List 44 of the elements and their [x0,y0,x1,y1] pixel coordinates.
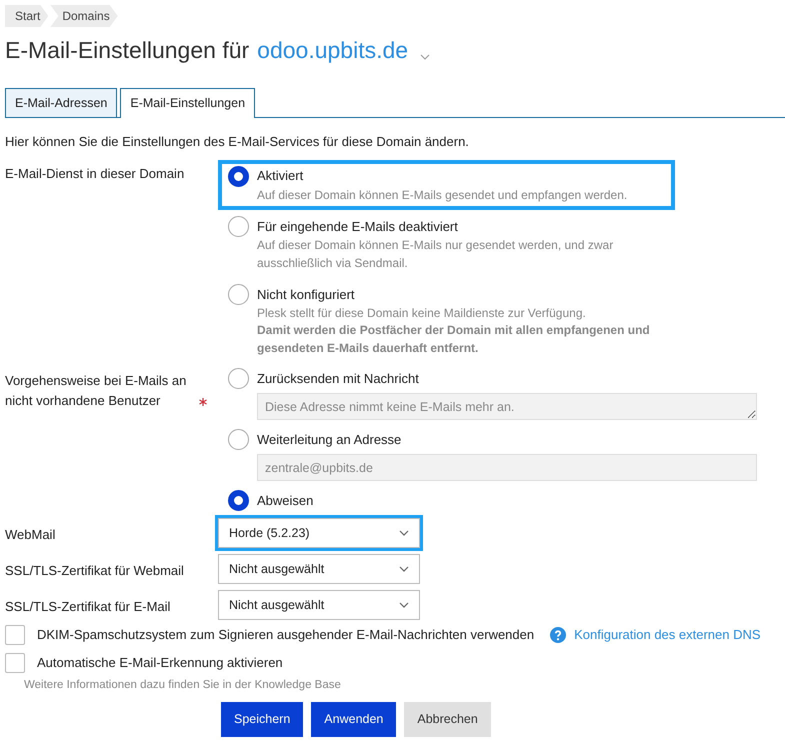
option-label: Weiterleitung an Adresse [257,430,402,449]
radio-button[interactable] [228,490,249,512]
intro-text: Hier können Sie die Einstellungen des E-Mail-Services für diese Domain ändern. [5,133,470,152]
chevron-icon [399,602,409,608]
knowledge-base-link[interactable]: Knowledge Base [254,679,341,692]
warning-text: Damit werden die Postfächer der Domain mit allen empfangenen und gesendeten E-Mails dauerhaft entfernt. [257,322,651,357]
radio-button[interactable] [228,284,249,305]
option-label: Für eingehende E-Mails deaktiviert [257,218,458,236]
field-label: Vorgehensweise bei E-Mails an nicht vorhandene Benutzer [5,372,188,410]
option-description: Auf dieser Domain können E-Mails gesendet und empfangen werden. [257,186,628,204]
page-title: E-Mail-Einstellungen für [5,36,250,65]
submit-button[interactable]: Speichern [221,702,304,738]
hint-text: Weitere Informationen dazu finden Sie in der Knowledge Base [24,678,342,694]
field-label: SSL/TLS-Zertifikat für E-Mail [5,598,172,616]
checkbox[interactable] [5,625,25,646]
radio-button[interactable] [228,368,249,390]
checkbox-label: DKIM-Spamschutzsystem zum Signieren ausgehender E-Mail-Nachrichten verwenden [37,626,534,644]
cancel-button[interactable]: Abbrechen [404,702,491,738]
select-field[interactable]: Horde (5.2.23) [218,518,420,548]
option-label: Abweisen [257,492,314,510]
field-label: SSL/TLS-Zertifikat für Webmail [5,562,185,580]
breadcrumb-link[interactable]: Start [5,5,48,27]
radio-button[interactable] [228,166,249,187]
checkbox[interactable] [5,653,25,674]
radio-button[interactable] [228,216,249,238]
select-field[interactable]: Nicht ausgewählt [218,590,420,620]
option-label: Nicht konfiguriert [257,286,355,304]
chevron-icon [399,530,409,536]
option-label: Zurücksenden mit Nachricht [257,370,419,388]
help-icon[interactable] [550,627,566,644]
field-label: WebMail [5,526,56,544]
option-description: Auf dieser Domain können E-Mails nur gesendet werden, und zwar ausschließlich via Sendmail. [257,237,614,272]
option-description: Plesk stellt für diese Domain keine Maildienste zur Verfügung. [257,304,587,322]
tab[interactable]: E-Mail-Adressen [5,88,118,118]
chevron-icon [399,566,409,572]
submit-button[interactable]: Anwenden [311,702,396,738]
checkbox-label: Automatische E-Mail-Erkennung aktivieren [37,654,283,672]
field-label: E-Mail-Dienst in dieser Domain [5,164,186,183]
breadcrumb-link[interactable]: Domains [50,5,118,27]
radio-button[interactable] [228,429,249,450]
tab[interactable]: E-Mail-Einstellungen [120,88,256,118]
select-field[interactable]: Nicht ausgewählt [218,554,420,584]
option-label: Aktiviert [257,167,304,186]
caret-icon[interactable] [420,54,430,60]
